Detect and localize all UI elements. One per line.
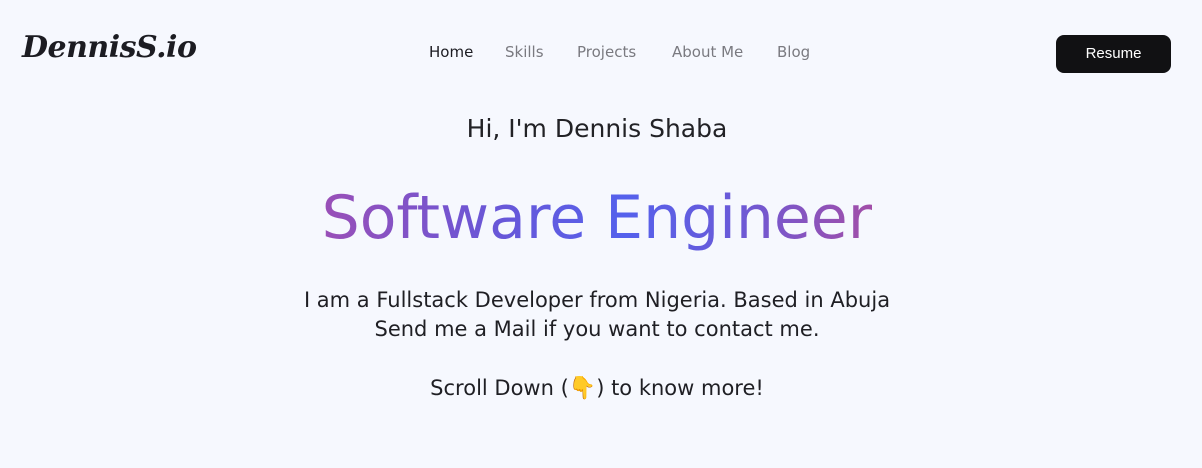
nav-projects[interactable]: Projects [577,40,636,64]
nav-blog[interactable]: Blog [777,40,810,64]
scroll-hint-before: Scroll Down ( [430,376,569,400]
logo[interactable]: DennisS.io [22,28,197,68]
navbar: DennisS.io Home Skills Projects About Me… [0,0,1202,100]
nav-about-me[interactable]: About Me [672,40,743,64]
hero-intro: I am a Fullstack Developer from Nigeria.… [0,286,1194,344]
resume-button[interactable]: Resume [1056,35,1171,73]
scroll-hint-after: ) to know more! [596,376,764,400]
nav-skills[interactable]: Skills [505,40,544,64]
nav-home[interactable]: Home [429,40,473,64]
hero-intro-line1: I am a Fullstack Developer from Nigeria.… [303,288,891,312]
scroll-hint: Scroll Down (👇) to know more! [0,373,1194,404]
hero-role: Software Engineer [0,178,1194,258]
hero-role-text: Software Engineer [321,183,873,253]
pointing-down-icon: 👇 [568,376,597,401]
hero-intro-line2: Send me a Mail if you want to contact me… [374,317,820,341]
hero-greeting: Hi, I'm Dennis Shaba [466,114,728,143]
